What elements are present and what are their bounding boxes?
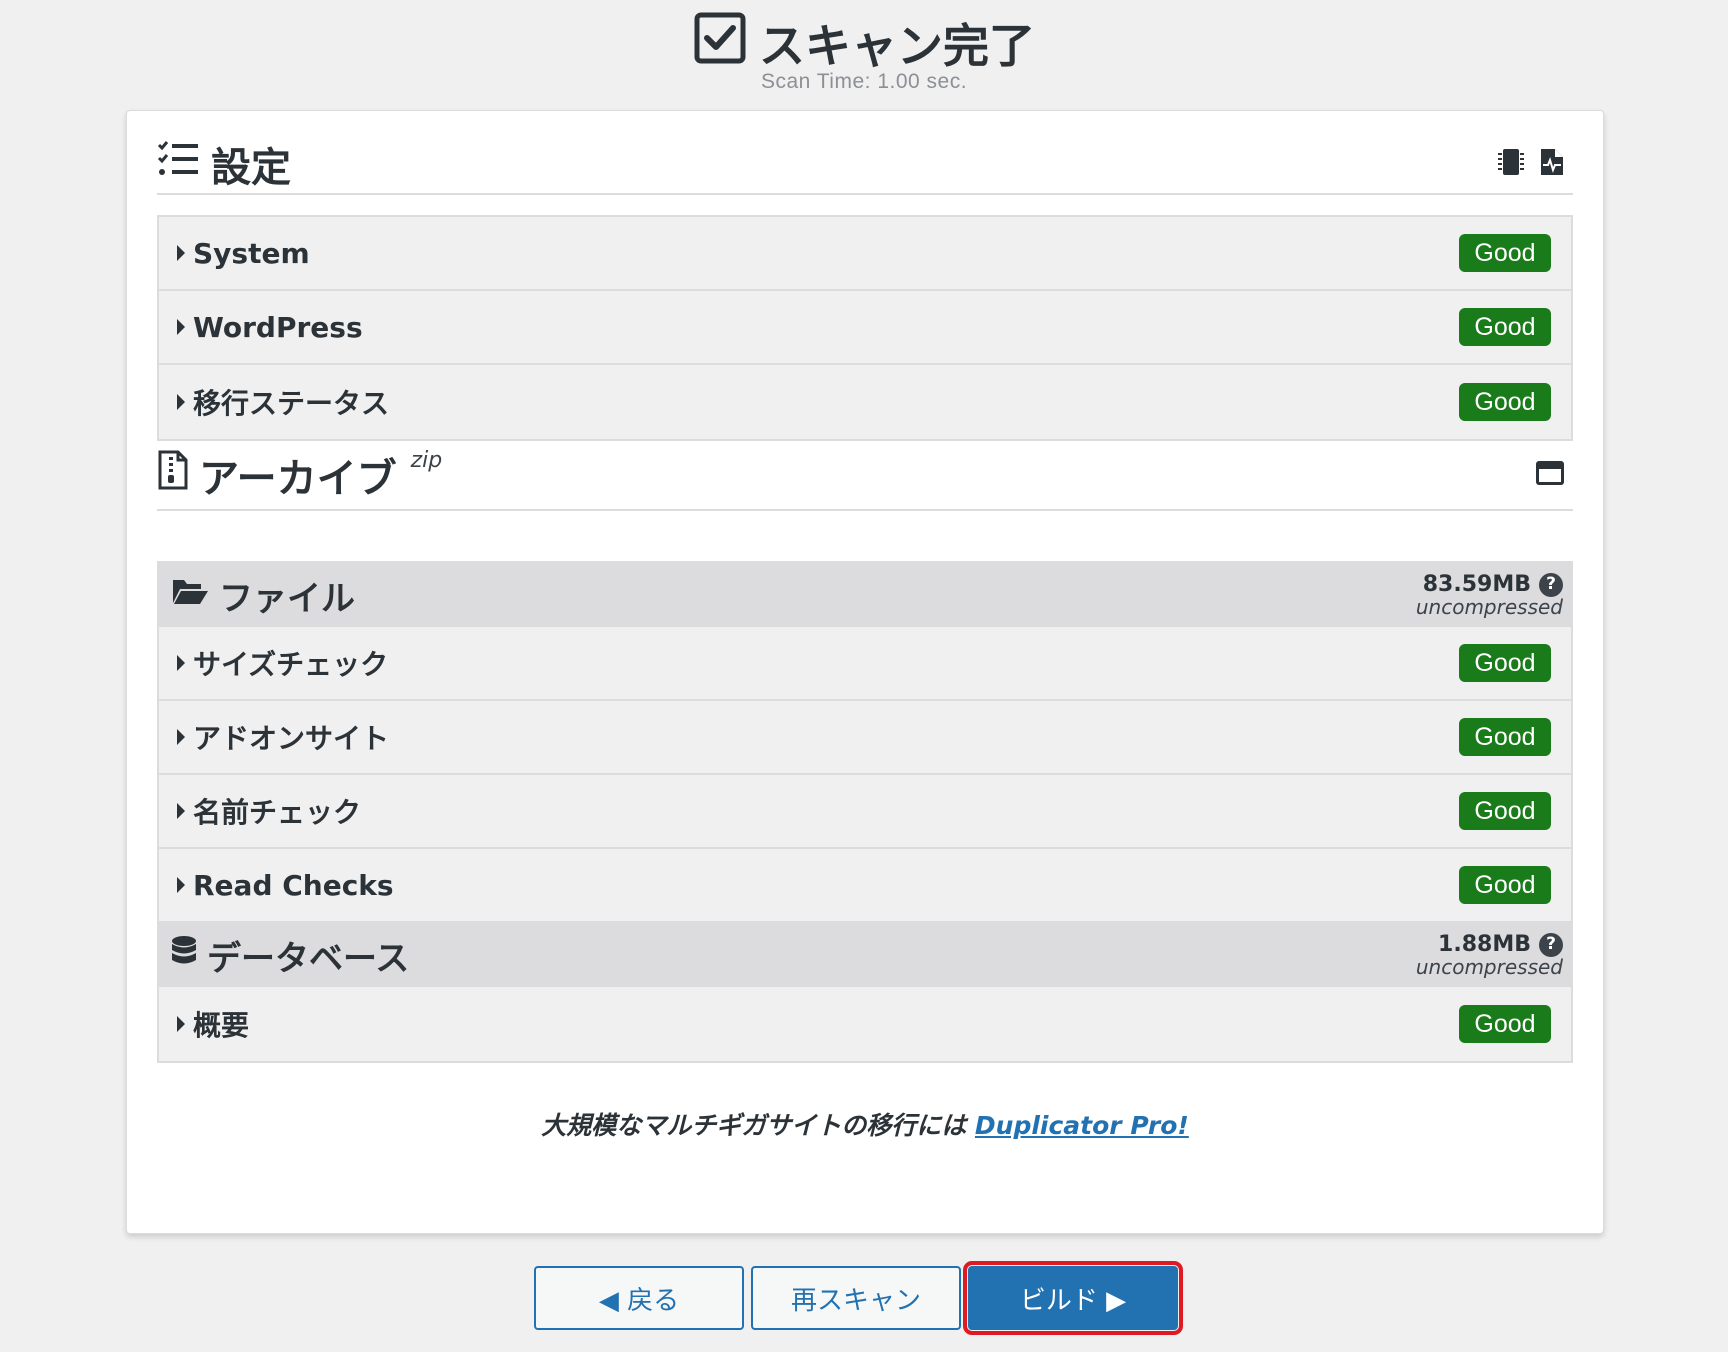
check-row-name-check[interactable]: 名前チェック Good xyxy=(159,775,1571,849)
archive-format: zip xyxy=(410,448,443,473)
caret-right-icon xyxy=(177,729,185,745)
check-label: 移行ステータス xyxy=(193,387,390,420)
checkbox-checked-icon xyxy=(693,11,747,76)
folder-open-icon xyxy=(171,575,209,615)
database-icon xyxy=(171,935,197,976)
check-label: 概要 xyxy=(193,1009,250,1042)
status-badge: Good xyxy=(1459,308,1551,346)
files-size-note: uncompressed xyxy=(1415,594,1563,619)
settings-checks-box: System Good WordPress Good 移行ステータス Good xyxy=(157,215,1573,441)
check-label: アドオンサイト xyxy=(193,722,390,755)
check-row-migration-status[interactable]: 移行ステータス Good xyxy=(159,365,1571,439)
check-label: 名前チェック xyxy=(193,796,362,829)
status-badge: Good xyxy=(1459,383,1551,421)
status-badge: Good xyxy=(1459,1005,1551,1043)
page-title-text: スキャン完了 xyxy=(759,19,1035,73)
settings-section-header: 設定 xyxy=(157,135,1573,195)
rescan-button[interactable]: 再スキャン xyxy=(751,1266,961,1330)
caret-right-icon xyxy=(177,394,185,410)
scan-header: スキャン完了 Scan Time: 1.00 sec. xyxy=(0,10,1728,94)
check-label: System xyxy=(193,236,310,270)
files-title: ファイル xyxy=(219,578,355,619)
caret-right-icon xyxy=(177,245,185,261)
check-row-wordpress[interactable]: WordPress Good xyxy=(159,291,1571,365)
settings-title: 設定 xyxy=(211,145,291,191)
check-label: サイズチェック xyxy=(193,648,389,681)
caret-right-icon xyxy=(177,1016,185,1032)
memory-chip-icon[interactable] xyxy=(1497,147,1525,181)
help-icon[interactable]: ? xyxy=(1539,932,1563,957)
file-pulse-icon[interactable] xyxy=(1539,147,1565,181)
check-row-system[interactable]: System Good xyxy=(159,217,1571,291)
status-badge: Good xyxy=(1459,718,1551,756)
files-size: 83.59MB xyxy=(1422,571,1531,597)
build-button[interactable]: ビルド ▶ xyxy=(963,1261,1183,1335)
check-label: WordPress xyxy=(193,310,363,344)
check-row-addon-sites[interactable]: アドオンサイト Good xyxy=(159,701,1571,775)
archive-checks-box: ファイル 83.59MB ? uncompressed サイズチェック Good… xyxy=(157,561,1573,1063)
promo-text: 大規模なマルチギガサイトの移行には xyxy=(541,1111,975,1140)
caret-right-icon xyxy=(177,803,185,819)
database-title: データベース xyxy=(207,938,410,979)
archive-title: アーカイブ xyxy=(199,456,397,502)
duplicator-pro-link[interactable]: Duplicator Pro! xyxy=(975,1111,1189,1140)
database-group-header: データベース 1.88MB ? uncompressed xyxy=(159,923,1571,987)
caret-right-icon xyxy=(177,319,185,335)
help-icon[interactable]: ? xyxy=(1539,572,1563,597)
check-row-size-check[interactable]: サイズチェック Good xyxy=(159,627,1571,701)
caret-right-icon xyxy=(177,655,185,671)
file-archive-icon xyxy=(157,449,189,501)
status-badge: Good xyxy=(1459,866,1551,904)
scan-results-panel: 設定 System Good WordPress Good 移行ステータス Go… xyxy=(126,110,1604,1234)
status-badge: Good xyxy=(1459,234,1551,272)
database-size-note: uncompressed xyxy=(1415,954,1563,979)
tasks-list-icon xyxy=(157,140,201,188)
database-size: 1.88MB xyxy=(1438,931,1531,957)
check-row-overview[interactable]: 概要 Good xyxy=(159,987,1571,1061)
files-group-header: ファイル 83.59MB ? uncompressed xyxy=(159,563,1571,627)
status-badge: Good xyxy=(1459,792,1551,830)
back-button[interactable]: ◀ 戻る xyxy=(534,1266,744,1330)
check-row-read-checks[interactable]: Read Checks Good xyxy=(159,849,1571,923)
check-label: Read Checks xyxy=(193,868,394,902)
caret-right-icon xyxy=(177,877,185,893)
promo-message: 大規模なマルチギガサイトの移行には Duplicator Pro! xyxy=(127,1106,1603,1142)
scan-time: Scan Time: 1.00 sec. xyxy=(760,70,968,93)
status-badge: Good xyxy=(1459,644,1551,682)
page-title: スキャン完了 xyxy=(693,10,1035,76)
window-maximize-icon[interactable] xyxy=(1535,460,1565,490)
archive-section-header: アーカイブ zip xyxy=(157,441,1573,511)
